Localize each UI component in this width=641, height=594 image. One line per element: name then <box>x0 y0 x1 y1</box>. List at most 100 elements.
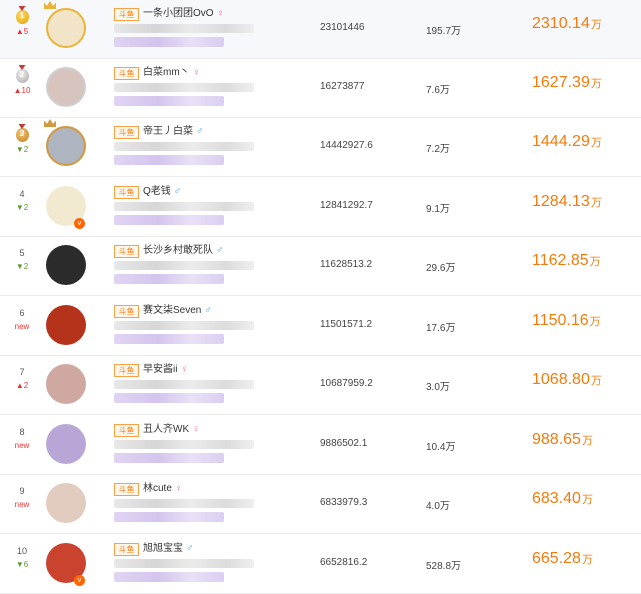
ranking-row[interactable]: 2 ▲10 斗鱼 白菜mm丶 ♀ 16273877 7.6万 1627.39万 <box>0 59 641 118</box>
ranking-row[interactable]: 4 ▼2 v 斗鱼 Q老钱 ♂ 12841292.7 9.1万 1284.13万 <box>0 178 641 237</box>
amount-value: 1444.29万 <box>532 133 602 151</box>
avatar[interactable] <box>46 305 86 345</box>
avatar[interactable] <box>46 8 86 48</box>
streamer-name[interactable]: 白菜mm丶 <box>143 67 190 78</box>
audience-value: 17.6万 <box>426 323 456 334</box>
rank-trend: new <box>14 441 30 450</box>
streamer-name[interactable]: 长沙乡村敢死队 <box>143 245 213 256</box>
blurred-info <box>114 440 254 449</box>
amount-unit: 万 <box>589 316 601 328</box>
audience-value: 7.6万 <box>426 85 450 96</box>
rank-number: 7 <box>19 367 25 377</box>
streamer-name[interactable]: 赛文柒Seven <box>143 305 201 316</box>
streamer-name-line[interactable]: 旭旭宝宝 ♂ <box>143 542 194 556</box>
streamer-name[interactable]: 旭旭宝宝 <box>143 543 183 554</box>
verified-badge-icon: v <box>74 218 85 229</box>
streamer-name[interactable]: 帝王丿白菜 <box>143 126 193 137</box>
blurred-info <box>114 215 224 225</box>
blurred-info <box>114 321 254 330</box>
amount-unit: 万 <box>581 554 593 566</box>
avatar[interactable] <box>46 424 86 464</box>
crown-icon <box>44 119 56 127</box>
rank-trend: new <box>14 322 30 331</box>
platform-tag: 斗鱼 <box>114 245 139 258</box>
streamer-name[interactable]: 丑人齐WK <box>143 424 189 435</box>
blurred-info <box>114 559 254 568</box>
ranking-row[interactable]: 9 new 斗鱼 林cute ♀ 6833979.3 4.0万 683.40万 <box>0 475 641 534</box>
rank-trend: ▼2 <box>15 145 29 154</box>
rank-number: 1 <box>19 11 25 20</box>
streamer-name-line[interactable]: Q老钱 ♂ <box>143 185 181 199</box>
crown-icon <box>44 1 56 9</box>
rank-trend: ▲2 <box>15 381 29 390</box>
rank-number: 9 <box>19 486 25 496</box>
streamer-name[interactable]: 早安酱ii <box>143 364 177 375</box>
amount-unit: 万 <box>590 137 602 149</box>
streamer-name-line[interactable]: 早安酱ii ♀ <box>143 363 188 377</box>
streamer-name-line[interactable]: 赛文柒Seven ♂ <box>143 304 212 318</box>
rank-trend: ▲5 <box>15 27 29 36</box>
ranking-row[interactable]: 1 ▲5 斗鱼 一条小团团OvO ♀ 23101446 195.7万 2310.14万 <box>0 0 641 59</box>
ranking-row[interactable]: 8 new 斗鱼 丑人齐WK ♀ 9886502.1 10.4万 988.65万 <box>0 416 641 475</box>
streamer-name-line[interactable]: 白菜mm丶 ♀ <box>143 66 200 80</box>
streamer-name-line[interactable]: 帝王丿白菜 ♂ <box>143 125 204 139</box>
streamer-name[interactable]: Q老钱 <box>143 186 171 197</box>
streamer-name-line[interactable]: 林cute ♀ <box>143 482 182 496</box>
avatar[interactable] <box>46 483 86 523</box>
score-value: 10687959.2 <box>320 378 373 389</box>
amount-value: 1068.80万 <box>532 371 602 389</box>
silver-medal-icon: 2 <box>15 69 29 83</box>
blurred-info <box>114 274 224 284</box>
blurred-info <box>114 512 224 522</box>
verified-badge-icon: v <box>74 575 85 586</box>
streamer-name[interactable]: 林cute <box>143 483 172 494</box>
streamer-name[interactable]: 一条小团团OvO <box>143 8 214 19</box>
platform-tag: 斗鱼 <box>114 364 139 377</box>
rank-cell: 3 ▼2 <box>10 128 34 156</box>
amount-value: 1627.39万 <box>532 74 602 92</box>
amount-value: 1150.16万 <box>532 312 601 330</box>
rank-number: 2 <box>19 70 25 79</box>
score-value: 6652816.2 <box>320 557 368 568</box>
rank-cell: 7 ▲2 <box>10 366 34 392</box>
streamer-name-line[interactable]: 丑人齐WK ♀ <box>143 423 200 437</box>
platform-tag: 斗鱼 <box>114 483 139 496</box>
ranking-list: 1 ▲5 斗鱼 一条小团团OvO ♀ 23101446 195.7万 2310.14万 2 ▲10… <box>0 0 641 594</box>
rank-number: 4 <box>19 189 25 199</box>
amount-number: 1162.85 <box>532 252 589 269</box>
ranking-row[interactable]: 6 new 斗鱼 赛文柒Seven ♂ 11501571.2 17.6万 1150.16万 <box>0 297 641 356</box>
avatar[interactable] <box>46 364 86 404</box>
avatar[interactable] <box>46 245 86 285</box>
score-value: 14442927.6 <box>320 140 373 151</box>
ranking-row[interactable]: 7 ▲2 斗鱼 早安酱ii ♀ 10687959.2 3.0万 1068.80万 <box>0 356 641 415</box>
ranking-row[interactable]: 5 ▼2 斗鱼 长沙乡村敢死队 ♂ 11628513.2 29.6万 1162.85万 <box>0 237 641 296</box>
blurred-info <box>114 37 224 47</box>
blurred-info <box>114 393 224 403</box>
amount-value: 683.40万 <box>532 490 593 508</box>
amount-unit: 万 <box>589 256 601 268</box>
male-icon: ♂ <box>173 186 182 197</box>
blurred-info <box>114 334 224 344</box>
amount-value: 665.28万 <box>532 550 593 568</box>
platform-tag: 斗鱼 <box>114 186 139 199</box>
blurred-info <box>114 83 254 92</box>
rank-number: 3 <box>19 129 25 138</box>
female-icon: ♀ <box>180 364 188 375</box>
streamer-name-line[interactable]: 长沙乡村敢死队 ♂ <box>143 244 224 258</box>
ranking-row[interactable]: 10 ▼6 v 斗鱼 旭旭宝宝 ♂ 6652816.2 528.8万 665.28万 <box>0 535 641 594</box>
avatar[interactable] <box>46 67 86 107</box>
rank-cell: 9 new <box>10 485 34 511</box>
male-icon: ♂ <box>216 245 224 256</box>
bronze-medal-icon: 3 <box>15 128 29 142</box>
audience-value: 528.8万 <box>426 561 462 572</box>
blurred-info <box>114 142 254 151</box>
score-value: 16273877 <box>320 81 365 92</box>
ranking-row[interactable]: 3 ▼2 斗鱼 帝王丿白菜 ♂ 14442927.6 7.2万 1444.29万 <box>0 118 641 177</box>
avatar[interactable] <box>46 126 86 166</box>
male-icon: ♂ <box>186 543 194 554</box>
male-icon: ♂ <box>196 126 204 137</box>
score-value: 6833979.3 <box>320 497 368 508</box>
gold-medal-icon: 1 <box>15 10 29 24</box>
streamer-name-line[interactable]: 一条小团团OvO ♀ <box>143 7 224 21</box>
rank-trend: ▼6 <box>15 560 29 569</box>
